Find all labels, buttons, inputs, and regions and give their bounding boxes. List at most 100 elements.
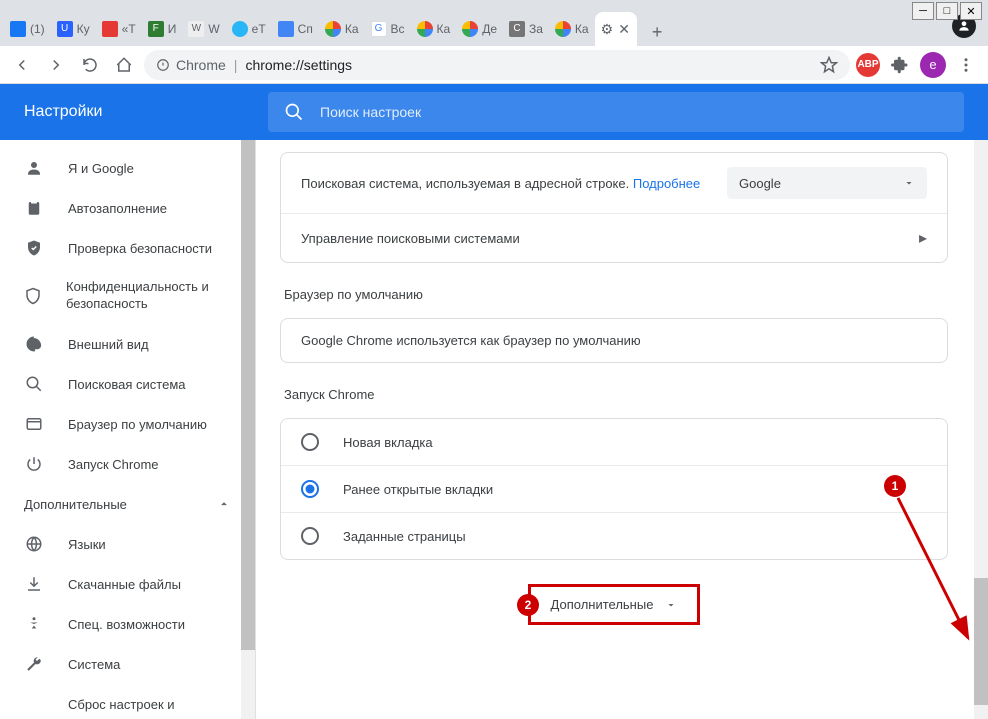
- browser-tab[interactable]: GВс: [365, 12, 411, 46]
- page-title: Настройки: [24, 103, 244, 121]
- advanced-button[interactable]: Дополнительные: [528, 584, 701, 625]
- browser-tab[interactable]: Ка: [319, 12, 365, 46]
- shield-check-icon: [24, 238, 44, 258]
- sidebar-item-safety-check[interactable]: Проверка безопасности: [0, 228, 255, 268]
- favicon-icon: U: [57, 21, 73, 37]
- menu-button[interactable]: [952, 51, 980, 79]
- search-engine-card: Поисковая система, используемая в адресн…: [280, 152, 948, 263]
- advanced-button-wrap: 2 Дополнительные: [280, 584, 948, 625]
- startup-option-continue[interactable]: Ранее открытые вкладки: [281, 465, 947, 512]
- browser-tab-active[interactable]: ⚙ ✕: [595, 12, 638, 46]
- minimize-button[interactable]: ─: [912, 2, 934, 20]
- home-button[interactable]: [110, 51, 138, 79]
- chevron-right-icon: ▸: [919, 228, 927, 248]
- sidebar-item-label: Автозаполнение: [68, 201, 167, 216]
- favicon-icon: [555, 21, 571, 37]
- sidebar-item-me-and-google[interactable]: Я и Google: [0, 148, 255, 188]
- default-browser-card: Google Chrome используется как браузер п…: [280, 318, 948, 363]
- sidebar-item-appearance[interactable]: Внешний вид: [0, 324, 255, 364]
- bookmark-star-icon[interactable]: [820, 56, 838, 74]
- row-text: Управление поисковыми системами: [301, 231, 919, 246]
- sidebar-item-label: Система: [68, 657, 120, 672]
- browser-tab[interactable]: Сп: [272, 12, 319, 46]
- sidebar-item-search-engine[interactable]: Поисковая система: [0, 364, 255, 404]
- sidebar-item-languages[interactable]: Языки: [0, 524, 255, 564]
- sidebar-item-label: Скачанные файлы: [68, 577, 181, 592]
- sidebar-item-accessibility[interactable]: Спец. возможности: [0, 604, 255, 644]
- sidebar-item-label: Языки: [68, 537, 106, 552]
- favicon-icon: [10, 21, 26, 37]
- forward-button[interactable]: [42, 51, 70, 79]
- browser-tab[interactable]: WW: [182, 12, 225, 46]
- settings-search[interactable]: [268, 92, 964, 132]
- section-title-default-browser: Браузер по умолчанию: [284, 287, 948, 302]
- tab-label: Ка: [345, 22, 359, 36]
- sidebar-item-label: Поисковая система: [68, 377, 186, 392]
- search-icon: [284, 102, 304, 122]
- toolbar: Chrome | chrome://settings ABP е: [0, 46, 988, 84]
- browser-tab[interactable]: eT: [226, 12, 272, 46]
- settings-search-input[interactable]: [320, 104, 948, 120]
- person-icon: [24, 158, 44, 178]
- settings-body: Я и Google Автозаполнение Проверка безоп…: [0, 140, 988, 719]
- browser-tab[interactable]: FИ: [142, 12, 183, 46]
- sidebar-item-label: Запуск Chrome: [68, 457, 159, 472]
- row-text: Google Chrome используется как браузер п…: [301, 333, 927, 348]
- sidebar-item-privacy[interactable]: Конфиденциальность и безопасность: [0, 268, 255, 324]
- profile-avatar[interactable]: е: [920, 52, 946, 78]
- browser-tab[interactable]: UКу: [51, 12, 96, 46]
- content: Поисковая система, используемая в адресн…: [256, 140, 988, 719]
- startup-option-specific[interactable]: Заданные страницы: [281, 512, 947, 559]
- sidebar-wrap: Я и Google Автозаполнение Проверка безоп…: [0, 140, 256, 719]
- close-tab-icon[interactable]: ✕: [617, 22, 631, 36]
- browser-tab[interactable]: «Т: [96, 12, 142, 46]
- site-info-icon[interactable]: Chrome: [156, 57, 226, 73]
- tab-label: (1): [30, 22, 45, 36]
- favicon-icon: [278, 21, 294, 37]
- search-engine-select[interactable]: Google: [727, 167, 927, 199]
- sidebar-scrollbar[interactable]: [241, 140, 255, 719]
- scrollbar-thumb[interactable]: [241, 140, 255, 650]
- gear-icon: ⚙: [601, 21, 614, 38]
- sidebar-item-default-browser[interactable]: Браузер по умолчанию: [0, 404, 255, 444]
- advanced-button-label: Дополнительные: [551, 597, 654, 612]
- search-engine-label: Поисковая система, используемая в адресн…: [301, 176, 629, 191]
- learn-more-link[interactable]: Подробнее: [633, 176, 700, 191]
- sidebar-item-downloads[interactable]: Скачанные файлы: [0, 564, 255, 604]
- abp-extension-icon[interactable]: ABP: [856, 53, 880, 77]
- reload-button[interactable]: [76, 51, 104, 79]
- maximize-button[interactable]: □: [936, 2, 958, 20]
- tab-strip: (1) UКу «Т FИ WW eT Сп Ка GВс Ка Де СЗа …: [0, 0, 988, 46]
- annotation-badge-2: 2: [517, 594, 539, 616]
- browser-tab[interactable]: СЗа: [503, 12, 549, 46]
- chevron-down-icon: [665, 599, 677, 611]
- sidebar-item-label: Конфиденциальность и безопасность: [66, 279, 231, 313]
- browser-tab[interactable]: Ка: [411, 12, 457, 46]
- section-title-startup: Запуск Chrome: [284, 387, 948, 402]
- sidebar-advanced-toggle[interactable]: Дополнительные: [0, 484, 255, 524]
- search-engine-row: Поисковая система, используемая в адресн…: [281, 153, 947, 213]
- tab-label: Сп: [298, 22, 313, 36]
- close-window-button[interactable]: ✕: [960, 2, 982, 20]
- manage-search-engines-row[interactable]: Управление поисковыми системами ▸: [281, 213, 947, 262]
- sidebar-item-reset[interactable]: Сброс настроек и: [0, 684, 255, 719]
- sidebar: Я и Google Автозаполнение Проверка безоп…: [0, 140, 255, 719]
- browser-icon: [24, 414, 44, 434]
- sidebar-item-startup[interactable]: Запуск Chrome: [0, 444, 255, 484]
- favicon-icon: [417, 21, 433, 37]
- sidebar-item-autofill[interactable]: Автозаполнение: [0, 188, 255, 228]
- favicon-icon: [325, 21, 341, 37]
- new-tab-button[interactable]: +: [643, 18, 671, 46]
- startup-option-new-tab[interactable]: Новая вкладка: [281, 419, 947, 465]
- sidebar-item-label: Браузер по умолчанию: [68, 417, 207, 432]
- select-value: Google: [739, 176, 781, 191]
- browser-tab[interactable]: (1): [4, 12, 51, 46]
- omnibox[interactable]: Chrome | chrome://settings: [144, 50, 850, 80]
- extensions-icon[interactable]: [886, 51, 914, 79]
- browser-tab[interactable]: Ка: [549, 12, 595, 46]
- browser-tab[interactable]: Де: [456, 12, 503, 46]
- sidebar-item-system[interactable]: Система: [0, 644, 255, 684]
- favicon-icon: [232, 21, 248, 37]
- sidebar-item-label: Спец. возможности: [68, 617, 185, 632]
- back-button[interactable]: [8, 51, 36, 79]
